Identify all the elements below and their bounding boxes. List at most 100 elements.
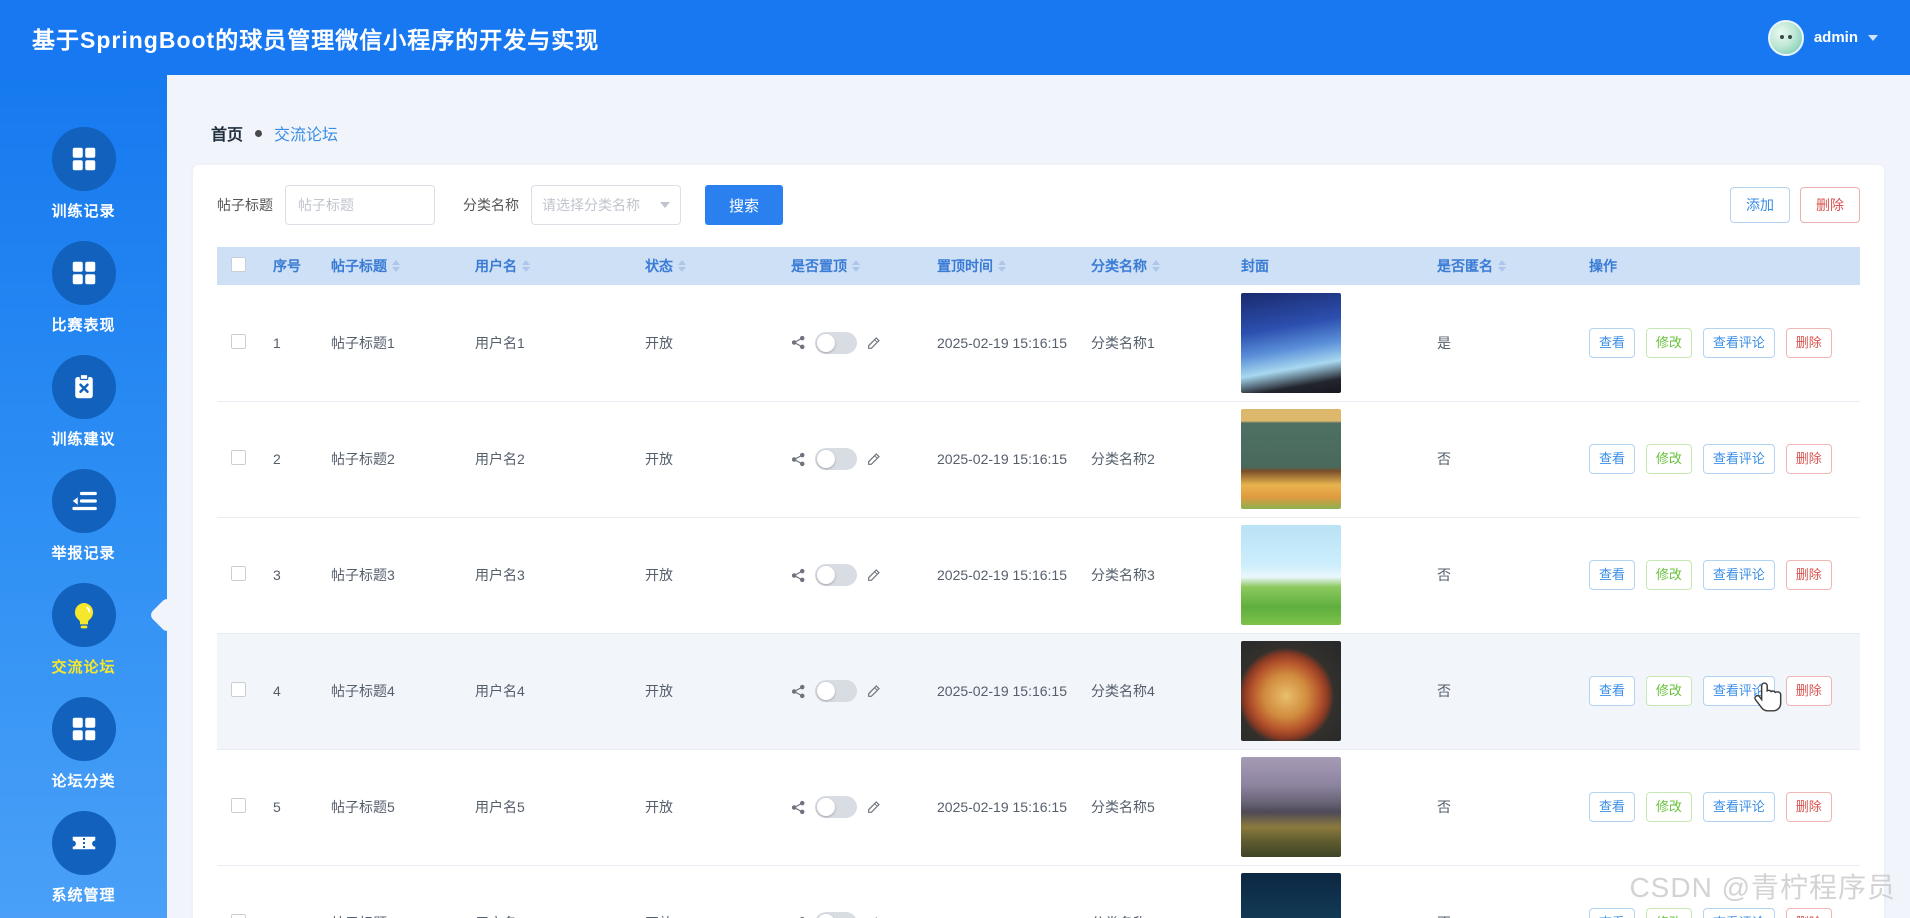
edit-button[interactable]: 修改 <box>1646 676 1692 706</box>
sidebar-item-system-management[interactable]: 系统管理 <box>0 795 167 909</box>
sidebar-item-training-suggestions[interactable]: 训练建议 <box>0 339 167 453</box>
pin-toggle[interactable] <box>815 332 857 354</box>
chevron-down-icon <box>660 202 670 208</box>
table-row: 6 帖子标题6 用户名6 开放 2025-02-19 15:16:15 分类名称… <box>217 865 1860 918</box>
breadcrumb-current[interactable]: 交流论坛 <box>274 121 338 145</box>
view-comments-button[interactable]: 查看评论 <box>1703 328 1775 358</box>
starry-night-sky-cover-image <box>1241 293 1341 393</box>
pin-toggle[interactable] <box>815 448 857 470</box>
column-header: 用户名 <box>475 256 517 276</box>
category-cell: 分类名称1 <box>1085 285 1235 401</box>
search-button[interactable]: 搜索 <box>705 185 783 225</box>
edit-button[interactable]: 修改 <box>1646 444 1692 474</box>
view-button[interactable]: 查看 <box>1589 328 1635 358</box>
status-cell: 开放 <box>639 285 785 401</box>
post-title-cell: 帖子标题1 <box>325 285 469 401</box>
row-checkbox[interactable] <box>231 914 246 918</box>
sidebar-item-training-records[interactable]: 训练记录 <box>0 111 167 225</box>
username-cell: 用户名1 <box>469 285 639 401</box>
view-comments-button[interactable]: 查看评论 <box>1703 792 1775 822</box>
row-number: 4 <box>267 633 325 749</box>
view-comments-button[interactable]: 查看评论 <box>1703 560 1775 590</box>
sidebar-item-label: 训练建议 <box>51 428 115 449</box>
share-icon[interactable] <box>791 684 806 699</box>
pin-toggle[interactable] <box>815 680 857 702</box>
pin-time-cell: 2025-02-19 15:16:15 <box>931 749 1085 865</box>
sort-control[interactable] <box>1498 260 1506 272</box>
sidebar-item-report-records[interactable]: 举报记录 <box>0 453 167 567</box>
share-icon[interactable] <box>791 335 806 350</box>
view-button[interactable]: 查看 <box>1589 676 1635 706</box>
sort-control[interactable] <box>852 260 860 272</box>
delete-button[interactable]: 删除 <box>1800 187 1860 223</box>
view-comments-button[interactable]: 查看评论 <box>1703 908 1775 918</box>
sidebar-item-label: 比赛表现 <box>51 314 115 335</box>
classroom-chalkboard-cover-image <box>1241 409 1341 509</box>
sidebar-item-label: 举报记录 <box>51 542 115 563</box>
share-icon[interactable] <box>791 452 806 467</box>
grid-icon <box>52 127 116 191</box>
anonymous-cell: 否 <box>1431 865 1583 918</box>
view-button[interactable]: 查看 <box>1589 444 1635 474</box>
row-checkbox[interactable] <box>231 798 246 813</box>
sidebar-item-forum-categories[interactable]: 论坛分类 <box>0 681 167 795</box>
table-row: 2 帖子标题2 用户名2 开放 2025-02-19 15:16:15 分类名称… <box>217 401 1860 517</box>
edit-pencil-icon[interactable] <box>866 451 882 467</box>
sort-control[interactable] <box>522 260 530 272</box>
select-all-checkbox[interactable] <box>231 257 246 272</box>
row-delete-button[interactable]: 删除 <box>1786 792 1832 822</box>
category-select[interactable]: 请选择分类名称 <box>531 185 681 225</box>
row-checkbox[interactable] <box>231 682 246 697</box>
pin-time-cell: 2025-02-19 15:16:15 <box>931 865 1085 918</box>
edit-pencil-icon[interactable] <box>866 683 882 699</box>
view-button[interactable]: 查看 <box>1589 792 1635 822</box>
avatar[interactable] <box>1768 20 1804 56</box>
table-row: 5 帖子标题5 用户名5 开放 2025-02-19 15:16:15 分类名称… <box>217 749 1860 865</box>
share-icon[interactable] <box>791 568 806 583</box>
row-delete-button[interactable]: 删除 <box>1786 444 1832 474</box>
sidebar-item-forum[interactable]: 交流论坛 <box>0 567 167 681</box>
ticket-icon <box>52 811 116 875</box>
edit-button[interactable]: 修改 <box>1646 908 1692 918</box>
starry-teal-sky-cover-image <box>1241 873 1341 918</box>
view-button[interactable]: 查看 <box>1589 560 1635 590</box>
sort-control[interactable] <box>998 260 1006 272</box>
category-cell: 分类名称4 <box>1085 633 1235 749</box>
row-checkbox[interactable] <box>231 566 246 581</box>
anonymous-cell: 否 <box>1431 749 1583 865</box>
edit-pencil-icon[interactable] <box>866 567 882 583</box>
add-button[interactable]: 添加 <box>1730 187 1790 223</box>
table-row: 1 帖子标题1 用户名1 开放 2025-02-19 15:16:15 分类名称… <box>217 285 1860 401</box>
row-delete-button[interactable]: 删除 <box>1786 328 1832 358</box>
row-checkbox[interactable] <box>231 450 246 465</box>
pin-toggle[interactable] <box>815 564 857 586</box>
row-checkbox[interactable] <box>231 334 246 349</box>
edit-button[interactable]: 修改 <box>1646 328 1692 358</box>
row-delete-button[interactable]: 删除 <box>1786 676 1832 706</box>
view-button[interactable]: 查看 <box>1589 908 1635 918</box>
sort-control[interactable] <box>678 260 686 272</box>
edit-button[interactable]: 修改 <box>1646 560 1692 590</box>
category-cell: 分类名称5 <box>1085 749 1235 865</box>
view-comments-button[interactable]: 查看评论 <box>1703 444 1775 474</box>
content-card: 帖子标题 分类名称 请选择分类名称 搜索 添加 删除 <box>193 165 1884 918</box>
breadcrumb-home[interactable]: 首页 <box>211 121 243 145</box>
pin-toggle[interactable] <box>815 912 857 918</box>
anonymous-cell: 否 <box>1431 633 1583 749</box>
edit-button[interactable]: 修改 <box>1646 792 1692 822</box>
row-delete-button[interactable]: 删除 <box>1786 560 1832 590</box>
row-number: 1 <box>267 285 325 401</box>
row-delete-button[interactable]: 删除 <box>1786 908 1832 918</box>
table-row: 3 帖子标题3 用户名3 开放 2025-02-19 15:16:15 分类名称… <box>217 517 1860 633</box>
user-menu[interactable]: admin <box>1768 20 1878 56</box>
sidebar-item-match-performance[interactable]: 比赛表现 <box>0 225 167 339</box>
view-comments-button[interactable]: 查看评论 <box>1703 676 1775 706</box>
edit-pencil-icon[interactable] <box>866 799 882 815</box>
sort-control[interactable] <box>392 260 400 272</box>
share-icon[interactable] <box>791 800 806 815</box>
column-header: 操作 <box>1589 256 1617 276</box>
pin-toggle[interactable] <box>815 796 857 818</box>
post-title-input[interactable] <box>285 185 435 225</box>
sort-control[interactable] <box>1152 260 1160 272</box>
edit-pencil-icon[interactable] <box>866 335 882 351</box>
